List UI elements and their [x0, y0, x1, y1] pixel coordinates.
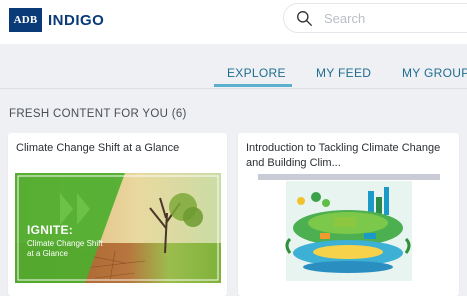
section-title: FRESH CONTENT FOR YOU (6): [9, 108, 187, 120]
search-box[interactable]: [283, 3, 467, 33]
nav-tabs: EXPLORE MY FEED MY GROUP: [0, 44, 467, 89]
search-input[interactable]: [324, 10, 464, 26]
climate-illustration-thumbnail: [256, 173, 442, 283]
card-thumbnail[interactable]: [256, 173, 442, 283]
card-title[interactable]: Climate Change Shift at a Glance: [16, 141, 219, 156]
thumbnail-headline: IGNITE:: [27, 223, 74, 237]
card-title[interactable]: Introduction to Tackling Climate Change …: [246, 141, 451, 171]
app-logo[interactable]: ADB INDIGO: [9, 8, 104, 32]
active-tab-indicator: [214, 84, 292, 87]
top-bar: ADB INDIGO: [0, 0, 467, 44]
content-card[interactable]: Introduction to Tackling Climate Change …: [238, 133, 459, 296]
logo-text: INDIGO: [48, 11, 105, 29]
logo-box: ADB: [9, 8, 42, 32]
tab-explore[interactable]: EXPLORE: [227, 66, 286, 80]
thumbnail-text: IGNITE: Climate Change Shift at a Glance: [27, 223, 107, 259]
card-thumbnail[interactable]: IGNITE: Climate Change Shift at a Glance: [15, 173, 221, 283]
search-icon: [297, 10, 312, 26]
content-card[interactable]: Climate Change Shift at a Glance IGNITE:…: [8, 133, 227, 296]
tab-my-feed[interactable]: MY FEED: [316, 66, 371, 80]
tab-my-group[interactable]: MY GROUP: [402, 66, 467, 80]
thumbnail-subtitle: Climate Change Shift at a Glance: [27, 239, 103, 258]
